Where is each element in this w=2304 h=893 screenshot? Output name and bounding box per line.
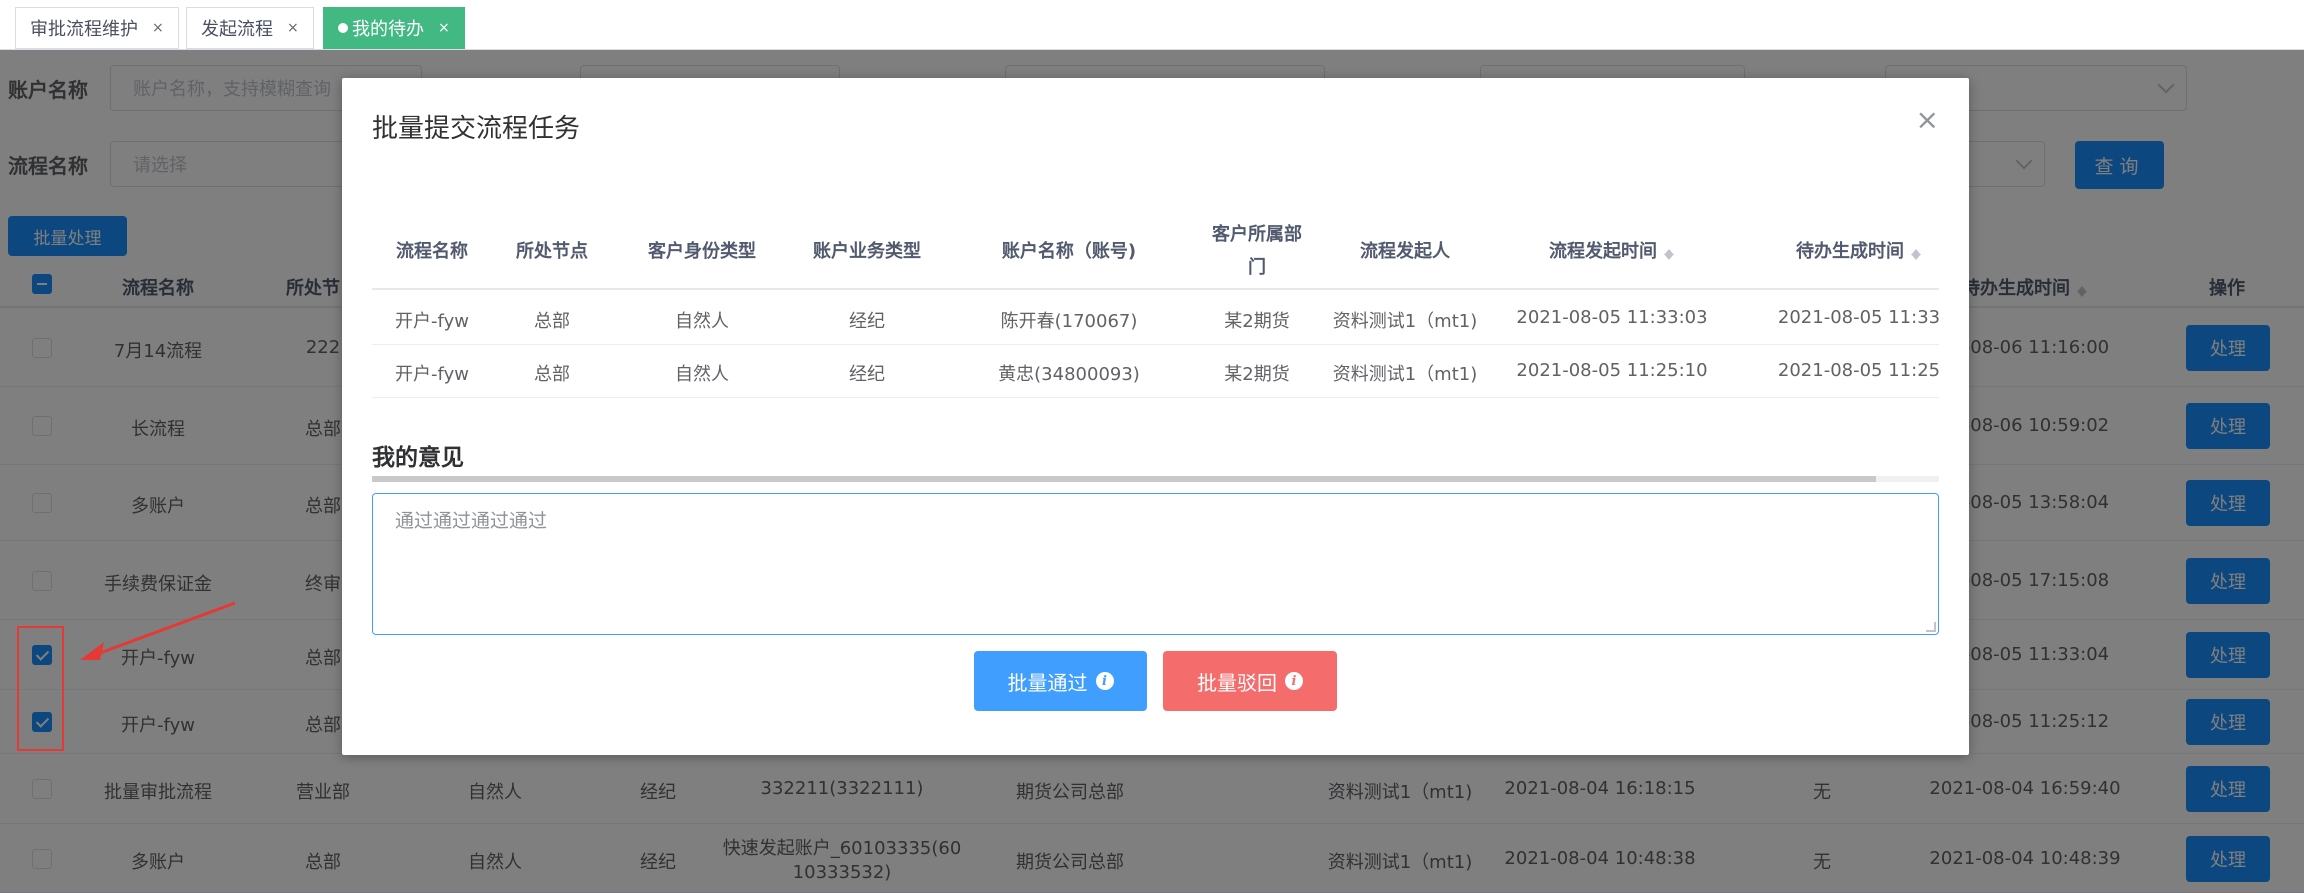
batch-submit-dialog: 批量提交流程任务 × 流程名称 所处节点 客户身份类型 账户业务类型 账户名称（… [342,78,1969,755]
dialog-cell-node: 总部 [534,364,570,385]
dialog-cell-dept: 某2期货 [1224,311,1290,332]
dh-gen-time: 待办生成时间 [1796,237,1922,263]
tab-approval-maintenance[interactable]: 审批流程维护 × [15,7,179,49]
tab-bar: 审批流程维护 × 发起流程 × 我的待办 × [0,0,2304,50]
dialog-cell-start-time: 2021-08-05 11:25:10 [1516,360,1708,381]
dialog-cell-id-type: 自然人 [675,311,729,332]
info-icon: i [1285,672,1303,690]
dialog-cell-biz-type: 经纪 [849,364,885,385]
close-icon[interactable]: × [438,20,450,36]
dh-initiator: 流程发起人 [1360,241,1450,262]
dialog-cell-name: 开户-fyw [395,311,469,332]
dialog-cell-biz-type: 经纪 [849,311,885,332]
info-icon: i [1095,672,1114,690]
close-icon[interactable]: × [1916,106,1939,134]
dialog-cell-dept: 某2期货 [1224,364,1290,385]
active-dot-icon [338,23,348,33]
batch-reject-label: 批量驳回 [1197,670,1277,695]
dialog-cell-id-type: 自然人 [675,364,729,385]
tab-label: 我的待办 [352,19,424,40]
sort-icon[interactable] [1663,244,1675,260]
dh-id-type: 客户身份类型 [648,241,756,262]
dh-start-time: 流程发起时间 [1549,237,1675,263]
dh-gen-time-label: 待办生成时间 [1796,241,1904,262]
annotation-arrow [80,601,236,660]
dh-dept-line1: 客户所属部 [1212,224,1302,245]
dialog-task-table: 流程名称 所处节点 客户身份类型 账户业务类型 账户名称（账号) 客户所属部 门… [372,208,1939,482]
dialog-cell-name: 开户-fyw [395,364,469,385]
scrollbar-thumb[interactable] [372,476,1876,482]
dh-start-time-label: 流程发起时间 [1549,241,1657,262]
dialog-cell-gen-time: 2021-08-05 11:33 [1777,307,1939,328]
dialog-title: 批量提交流程任务 [372,114,581,144]
batch-approve-label: 批量通过 [1007,670,1088,695]
opinion-label: 我的意见 [372,445,464,471]
dialog-cell-account: 陈开春(170067) [1000,311,1138,332]
batch-reject-button[interactable]: 批量驳回 i [1163,651,1337,711]
annotation-highlight-box [17,626,64,751]
dialog-table-header: 流程名称 所处节点 客户身份类型 账户业务类型 账户名称（账号) 客户所属部 门… [372,208,1939,290]
dialog-cell-account: 黄忠(34800093) [998,364,1140,385]
opinion-text: 通过通过通过通过 [395,510,548,532]
dialog-cell-initiator: 资料测试1（mt1) [1332,311,1478,332]
dialog-cell-gen-time: 2021-08-05 11:25 [1777,360,1939,381]
tab-label: 审批流程维护 [30,19,138,40]
dh-account: 账户名称（账号) [1001,241,1137,262]
close-icon[interactable]: × [152,20,164,36]
tab-label: 发起流程 [201,19,273,40]
dialog-cell-node: 总部 [534,311,570,332]
batch-approve-button[interactable]: 批量通过 i [974,651,1147,711]
dialog-table-row: 开户-fyw 总部 自然人 经纪 黄忠(34800093) 某2期货 资料测试1（mt1) 2… [372,345,1939,398]
sort-icon[interactable] [1910,244,1922,260]
tab-start-process[interactable]: 发起流程 × [186,7,314,49]
dh-name: 流程名称 [396,241,468,262]
close-icon[interactable]: × [287,20,299,36]
tab-my-todo[interactable]: 我的待办 × [323,7,465,49]
resize-handle-icon[interactable] [1926,622,1936,632]
dialog-cell-initiator: 资料测试1（mt1) [1332,364,1478,385]
dh-dept-line2: 门 [1248,257,1266,278]
dh-biz-type: 账户业务类型 [813,241,921,262]
opinion-textarea[interactable]: 通过通过通过通过 [372,493,1939,635]
horizontal-scrollbar[interactable] [372,476,1939,482]
dialog-cell-start-time: 2021-08-05 11:33:03 [1516,307,1708,328]
dialog-table-row: 开户-fyw 总部 自然人 经纪 陈开春(170067) 某2期货 资料测试1（mt1) 20… [372,292,1939,345]
dh-node: 所处节点 [516,241,588,262]
